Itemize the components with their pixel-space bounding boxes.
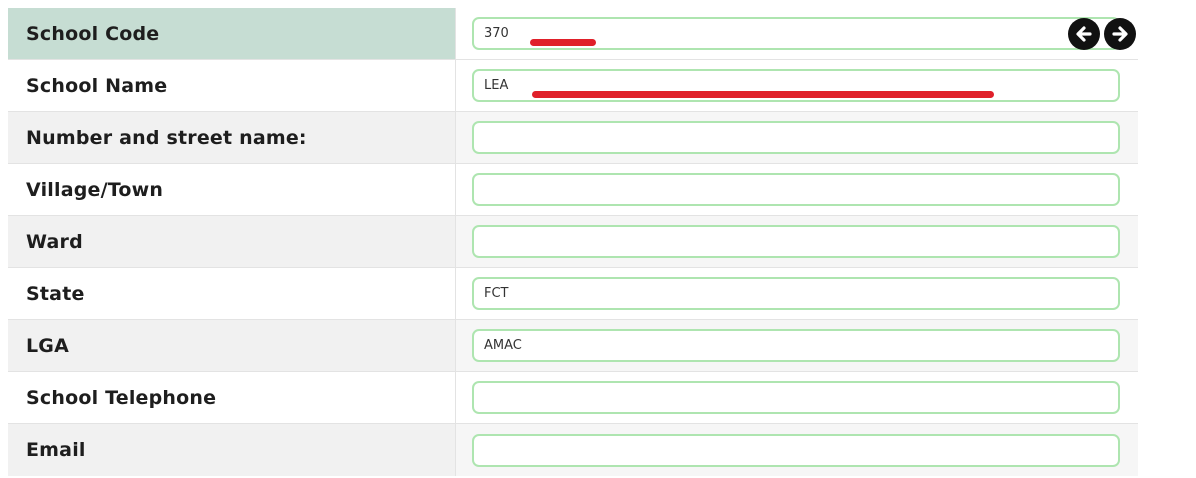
next-button[interactable]	[1104, 18, 1136, 50]
redaction-mark	[530, 39, 596, 46]
street-field[interactable]	[472, 121, 1120, 154]
lga-field[interactable]: AMAC	[472, 329, 1120, 362]
ward-field[interactable]	[472, 225, 1120, 258]
telephone-field[interactable]	[472, 381, 1120, 414]
street-label: Number and street name:	[8, 112, 456, 163]
state-field[interactable]: FCT	[472, 277, 1120, 310]
school-code-cell: 370	[456, 8, 1138, 59]
form-row-state: State FCT	[8, 268, 1138, 320]
village-town-label: Village/Town	[8, 164, 456, 215]
state-cell: FCT	[456, 268, 1138, 319]
form-row-school-code: School Code 370	[8, 8, 1138, 60]
email-label: Email	[8, 424, 456, 476]
school-code-value: 370	[484, 26, 509, 41]
lga-value: AMAC	[484, 338, 522, 353]
navigation-arrows	[1068, 18, 1136, 50]
school-code-field[interactable]: 370	[472, 17, 1120, 50]
previous-button[interactable]	[1068, 18, 1100, 50]
school-name-cell: LEA	[456, 60, 1138, 111]
village-town-field[interactable]	[472, 173, 1120, 206]
redaction-mark	[532, 91, 994, 98]
ward-label: Ward	[8, 216, 456, 267]
state-label: State	[8, 268, 456, 319]
form-row-lga: LGA AMAC	[8, 320, 1138, 372]
lga-label: LGA	[8, 320, 456, 371]
school-name-field[interactable]: LEA	[472, 69, 1120, 102]
arrow-left-circle-icon	[1076, 26, 1092, 42]
lga-cell: AMAC	[456, 320, 1138, 371]
form-row-school-name: School Name LEA	[8, 60, 1138, 112]
arrow-right-circle-icon	[1112, 26, 1128, 42]
street-cell	[456, 112, 1138, 163]
email-cell	[456, 424, 1138, 476]
state-value: FCT	[484, 286, 509, 301]
form-row-telephone: School Telephone	[8, 372, 1138, 424]
email-field[interactable]	[472, 433, 1120, 467]
school-name-value: LEA	[484, 78, 509, 93]
school-name-label: School Name	[8, 60, 456, 111]
form-row-ward: Ward	[8, 216, 1138, 268]
telephone-cell	[456, 372, 1138, 423]
form-row-email: Email	[8, 424, 1138, 476]
school-details-form: School Code 370 School Name LEA Number a…	[8, 8, 1138, 476]
ward-cell	[456, 216, 1138, 267]
village-town-cell	[456, 164, 1138, 215]
telephone-label: School Telephone	[8, 372, 456, 423]
school-code-label: School Code	[8, 8, 456, 59]
form-row-street: Number and street name:	[8, 112, 1138, 164]
form-row-village-town: Village/Town	[8, 164, 1138, 216]
